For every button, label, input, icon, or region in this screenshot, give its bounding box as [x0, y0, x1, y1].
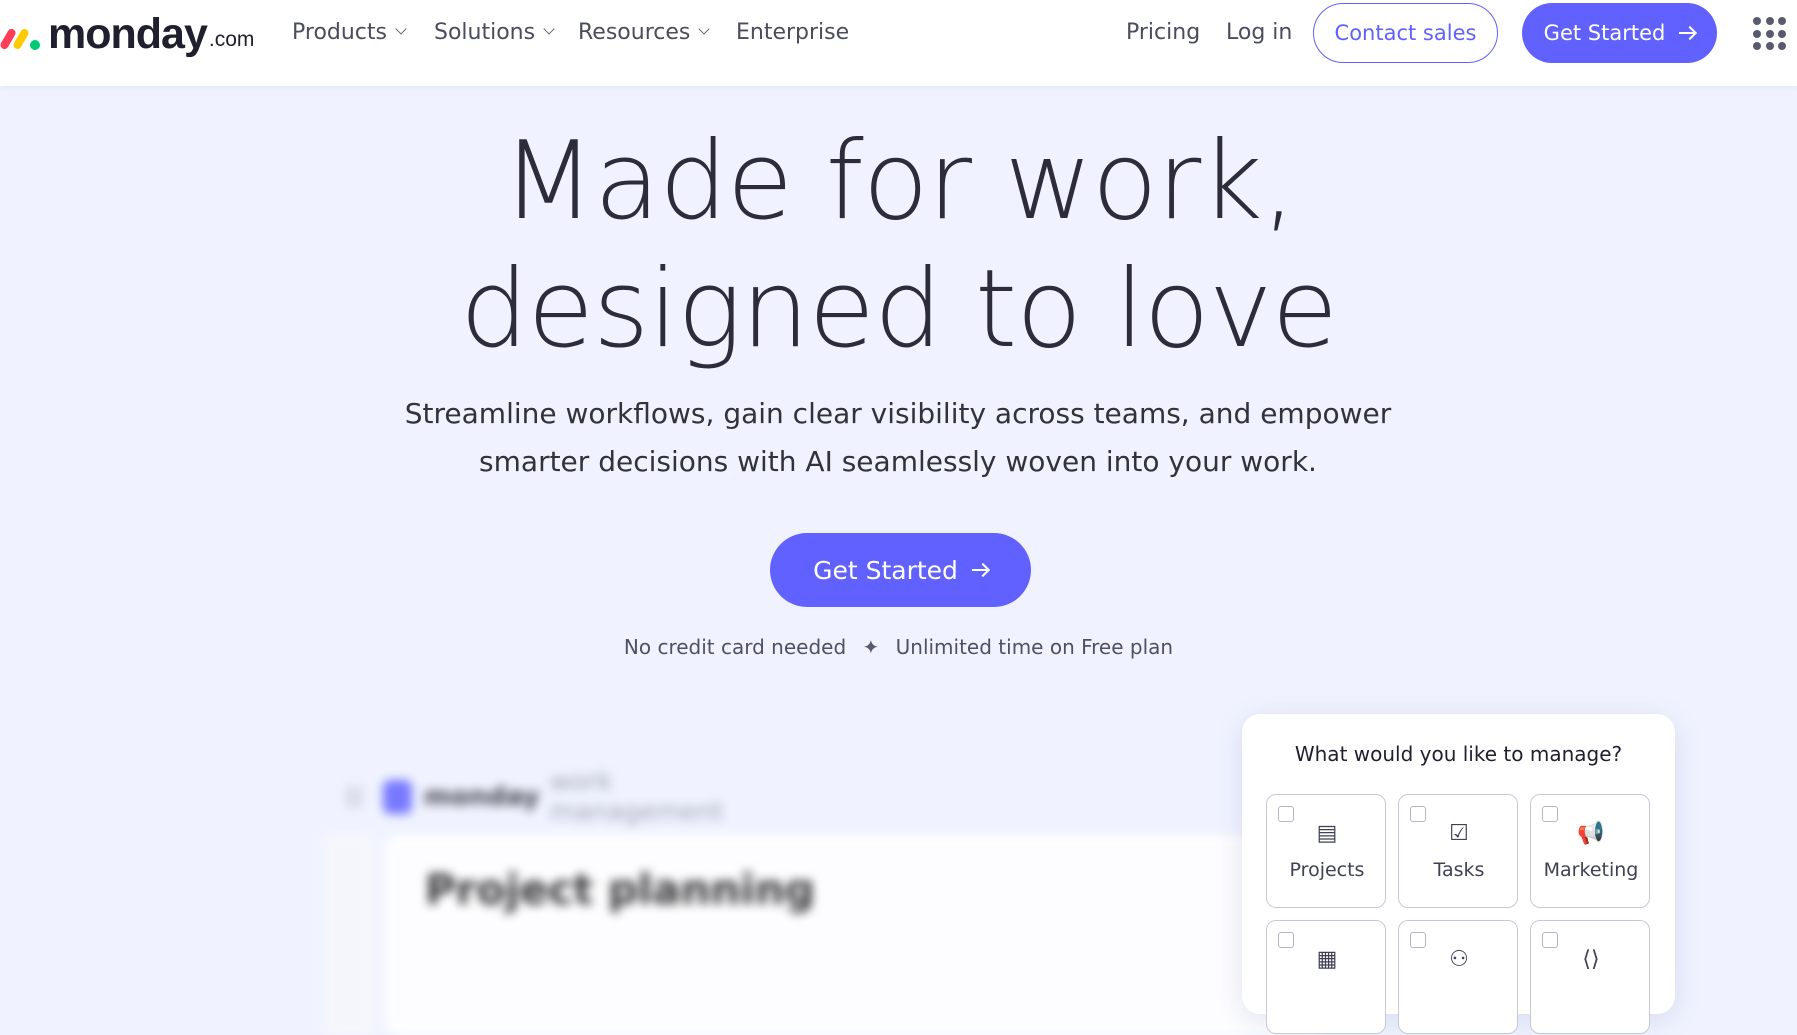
people-icon: ⚇: [1449, 947, 1469, 972]
get-started-header-label: Get Started: [1543, 21, 1666, 45]
preview-topbar: monday work management: [345, 767, 755, 827]
hero-subtitle-line1: Streamline workflows, gain clear visibil…: [404, 397, 1392, 430]
manage-option-marketing[interactable]: 📢 Marketing: [1530, 794, 1650, 908]
manage-option-tasks[interactable]: ☑ Tasks: [1398, 794, 1518, 908]
nav-solutions-label: Solutions: [434, 19, 536, 45]
option-label: Projects: [1289, 859, 1365, 881]
preview-logo-icon: [383, 780, 412, 814]
chevron-down-icon: [698, 23, 711, 35]
checkbox[interactable]: [1410, 932, 1426, 948]
sparkle-icon: ✦: [862, 635, 880, 659]
hero-subtitle-line2: smarter decisions with AI seamlessly wov…: [479, 445, 1317, 478]
manage-option-5[interactable]: ⚇: [1398, 920, 1518, 1034]
nav-login[interactable]: Log in: [1226, 18, 1292, 46]
code-icon: ⟨⟩: [1582, 947, 1600, 972]
product-preview: monday work management Project planning: [325, 760, 1325, 1035]
arrow-right-icon: [971, 563, 988, 577]
no-credit-card-text: No credit card needed: [623, 635, 847, 659]
nav-resources[interactable]: Resources: [578, 18, 711, 46]
nav-products-label: Products: [292, 19, 387, 45]
document-icon: ▦: [1316, 947, 1338, 972]
option-label: Tasks: [1433, 859, 1485, 881]
monday-logo-mark-icon: [0, 16, 44, 56]
hero-note: No credit card needed ✦ Unlimited time o…: [0, 635, 1797, 659]
manage-question: What would you like to manage?: [1294, 742, 1623, 766]
hero-title: Made for work, designed to love: [0, 118, 1797, 374]
top-nav-bar: monday .com Products Solutions Resources…: [0, 0, 1797, 86]
logo-suffix: .com: [208, 28, 255, 51]
hero-title-line2: designed to love: [459, 247, 1338, 372]
apps-grid-icon[interactable]: [1753, 17, 1787, 51]
free-plan-text: Unlimited time on Free plan: [895, 635, 1174, 659]
manage-option-projects[interactable]: ▤ Projects: [1266, 794, 1386, 908]
manage-selector-card: What would you like to manage? ▤ Project…: [1242, 714, 1675, 1034]
checkbox[interactable]: [1278, 932, 1294, 948]
checkbox[interactable]: [1278, 806, 1294, 822]
arrow-right-icon: [1679, 26, 1695, 40]
manage-option-6[interactable]: ⟨⟩: [1530, 920, 1650, 1034]
contact-sales-button[interactable]: Contact sales: [1313, 3, 1498, 63]
checkbox[interactable]: [1542, 806, 1558, 822]
nav-pricing[interactable]: Pricing: [1126, 18, 1200, 46]
projects-icon: ▤: [1316, 821, 1338, 846]
chevron-down-icon: [395, 23, 407, 35]
option-label: Marketing: [1543, 859, 1639, 881]
monday-logo[interactable]: monday .com: [0, 8, 254, 56]
logo-wordmark: monday: [48, 10, 208, 58]
preview-product: work management: [549, 767, 724, 827]
manage-option-4[interactable]: ▦: [1266, 920, 1386, 1034]
chevron-down-icon: [543, 23, 555, 35]
checkbox[interactable]: [1410, 806, 1426, 822]
grid-icon: [345, 786, 364, 808]
preview-brand: monday: [423, 782, 540, 812]
nav-solutions[interactable]: Solutions: [434, 18, 555, 46]
contact-sales-label: Contact sales: [1334, 21, 1477, 45]
hero-subtitle: Streamline workflows, gain clear visibil…: [398, 390, 1398, 486]
checkbox[interactable]: [1542, 932, 1558, 948]
preview-board-title: Project planning: [425, 865, 815, 914]
megaphone-icon: 📢: [1577, 821, 1605, 846]
nav-resources-label: Resources: [578, 19, 691, 45]
preview-sidebar: [325, 835, 375, 1035]
get-started-hero-button[interactable]: Get Started: [770, 533, 1031, 607]
nav-products[interactable]: Products: [292, 18, 407, 46]
get-started-hero-label: Get Started: [813, 555, 958, 585]
tasks-icon: ☑: [1449, 821, 1469, 846]
hero-title-line1: Made for work,: [501, 119, 1296, 244]
nav-enterprise[interactable]: Enterprise: [736, 18, 849, 46]
get-started-header-button[interactable]: Get Started: [1522, 3, 1717, 63]
